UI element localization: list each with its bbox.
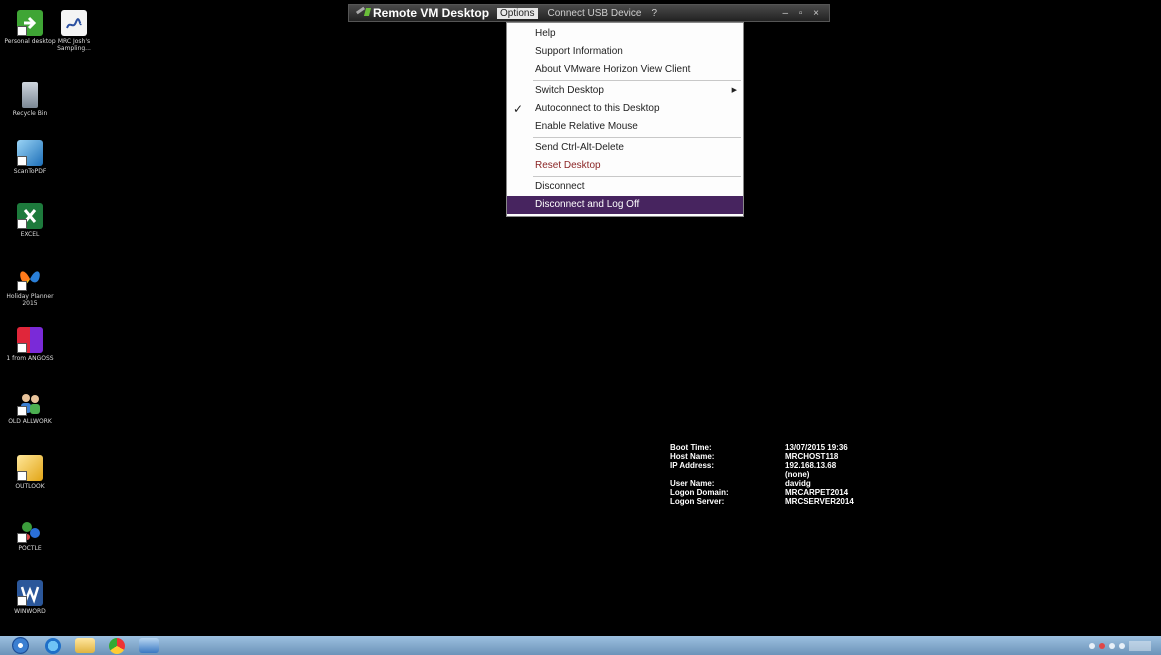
bginfo-row: (none) <box>670 470 854 479</box>
desktop-icon-scantopdf[interactable]: ScanToPDF <box>2 140 58 175</box>
menu-item-help[interactable]: Help <box>507 25 743 43</box>
bginfo-key: User Name: <box>670 479 715 488</box>
bginfo-row: Logon Server: MRCSERVER2014 <box>670 497 854 506</box>
bginfo-value: (none) <box>785 470 810 479</box>
green-arrow-icon <box>17 10 43 36</box>
chrome-icon[interactable] <box>109 637 125 654</box>
desktop-icon-holiday-planner[interactable]: Holiday Planner 2015 <box>2 265 58 307</box>
desktop-icon-label: EXCEL <box>20 231 40 238</box>
submenu-arrow-icon: ▶ <box>731 87 737 94</box>
menu-item-support-information[interactable]: Support Information <box>507 43 743 61</box>
bginfo-row: Host Name: MRCHOST118 <box>670 452 854 461</box>
molecule-icon <box>17 517 43 543</box>
options-dropdown-menu: Help Support Information About VMware Ho… <box>506 22 744 217</box>
bginfo-row: Boot Time: 13/07/2015 19:36 <box>670 443 854 452</box>
bginfo-value: 192.168.13.68 <box>785 461 837 470</box>
recycle-bin-icon <box>22 82 38 108</box>
desktop-icon-label: Recycle Bin <box>12 110 48 117</box>
menu-item-switch-desktop[interactable]: Switch Desktop ▶ <box>507 82 743 100</box>
bginfo-value: davidg <box>785 479 811 488</box>
desktop-icon-poctle[interactable]: POCTLE <box>2 517 58 552</box>
color-blocks-icon <box>17 327 43 353</box>
vm-toolbar-title: Remote VM Desktop <box>373 6 490 20</box>
remote-desktop-icon[interactable] <box>139 638 159 653</box>
desktop-icon-excel[interactable]: EXCEL <box>2 203 58 238</box>
checkmark-icon: ✓ <box>513 102 524 116</box>
desktop-icon-label: OLD ALLWORK <box>8 418 52 425</box>
bginfo-key: Logon Domain: <box>670 488 729 497</box>
word-icon <box>17 580 43 606</box>
bginfo-key: Logon Server: <box>670 497 725 506</box>
desktop-icon-1-from-angoss[interactable]: 1 from ANGOSS <box>2 327 58 362</box>
bginfo-value: MRCARPET2014 <box>785 488 849 497</box>
desktop-icon-label: ScanToPDF <box>13 168 47 175</box>
bginfo-key: Host Name: <box>670 452 715 461</box>
bginfo-key: IP Address: <box>670 461 715 470</box>
options-menu-button[interactable]: Options <box>497 7 538 19</box>
desktop-icon-label: Holiday Planner 2015 <box>6 293 54 307</box>
menu-item-label: Autoconnect to this Desktop <box>535 103 660 114</box>
bginfo-row: IP Address: 192.168.13.68 <box>670 461 854 470</box>
menu-item-disconnect[interactable]: Disconnect <box>507 178 743 196</box>
taskbar <box>0 636 1161 655</box>
scan-icon <box>17 140 43 166</box>
connect-usb-device-menu[interactable]: Connect USB Device <box>548 8 642 19</box>
desktop-icon-outlook[interactable]: OUTLOOK <box>2 455 58 490</box>
menu-separator <box>533 137 741 138</box>
clock[interactable] <box>1129 640 1151 651</box>
menu-separator <box>533 80 741 81</box>
tray-icon[interactable] <box>1089 642 1095 649</box>
desktop-icon-label: POCTLE <box>18 545 42 552</box>
desktop-icon-label: 1 from ANGOSS <box>6 355 54 362</box>
internet-explorer-icon[interactable] <box>45 637 61 654</box>
butterfly-icon <box>17 265 43 291</box>
desktop-icon-winword[interactable]: WINWORD <box>2 580 58 615</box>
start-button[interactable] <box>12 637 29 654</box>
volume-icon[interactable] <box>1109 642 1115 649</box>
window-controls[interactable]: – ▫ × <box>782 8 823 19</box>
remote-vm-toolbar: Remote VM Desktop Options Connect USB De… <box>348 4 830 22</box>
desktop-icon-recycle-bin[interactable]: Recycle Bin <box>2 82 58 117</box>
desktop-icon-label: MRC Josh's Sampling... <box>57 38 91 52</box>
menu-item-disconnect-and-log-off[interactable]: Disconnect and Log Off <box>507 196 743 214</box>
menu-item-reset-desktop[interactable]: Reset Desktop <box>507 157 743 175</box>
bginfo-key: Boot Time: <box>670 443 712 452</box>
help-menu-button[interactable]: ? <box>651 8 657 19</box>
bginfo-row: Logon Domain: MRCARPET2014 <box>670 488 854 497</box>
system-tray <box>1089 640 1151 651</box>
outlook-icon <box>17 455 43 481</box>
file-explorer-icon[interactable] <box>75 638 95 653</box>
bginfo-value: MRCSERVER2014 <box>785 497 854 506</box>
pin-icon[interactable] <box>353 6 373 20</box>
network-icon[interactable] <box>1099 642 1105 649</box>
bginfo-value: MRCHOST118 <box>785 452 839 461</box>
desktop-icon-label: WINWORD <box>14 608 46 615</box>
desktop-icon-mrc-josh-sampling[interactable]: MRC Josh's Sampling... <box>46 10 102 52</box>
menu-item-autoconnect[interactable]: ✓ Autoconnect to this Desktop <box>507 100 743 118</box>
users-icon <box>17 390 43 416</box>
desktop-icon-label: OUTLOOK <box>15 483 45 490</box>
bginfo-value: 13/07/2015 19:36 <box>785 443 848 452</box>
menu-item-enable-relative-mouse[interactable]: Enable Relative Mouse <box>507 118 743 136</box>
menu-item-send-ctrl-alt-delete[interactable]: Send Ctrl-Alt-Delete <box>507 139 743 157</box>
menu-separator <box>533 176 741 177</box>
desktop-icon-old-allwork[interactable]: OLD ALLWORK <box>2 390 58 425</box>
document-icon <box>61 10 87 36</box>
excel-icon <box>17 203 43 229</box>
flag-icon[interactable] <box>1119 642 1125 649</box>
bginfo-row: User Name: davidg <box>670 479 854 488</box>
menu-item-label: Switch Desktop <box>535 85 604 96</box>
menu-item-about[interactable]: About VMware Horizon View Client <box>507 61 743 79</box>
bginfo-key <box>670 470 785 479</box>
bginfo-panel: Boot Time: 13/07/2015 19:36 Host Name: MRC… <box>670 443 854 506</box>
